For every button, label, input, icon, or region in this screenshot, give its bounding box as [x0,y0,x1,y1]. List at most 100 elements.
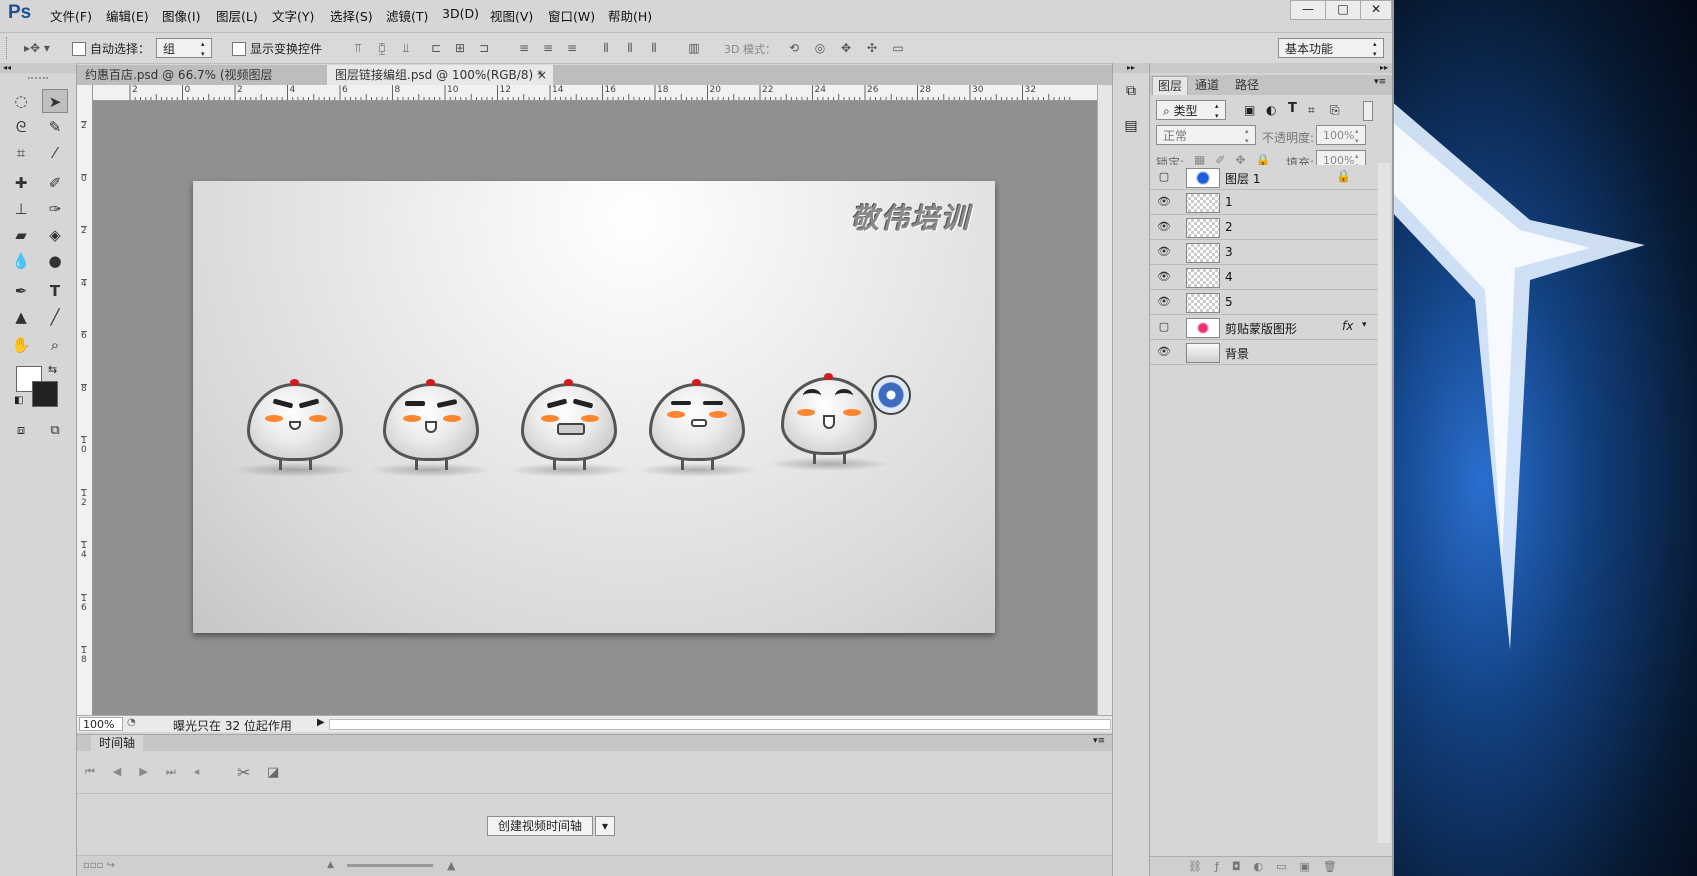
move-tool-preset-icon[interactable]: ▸✥ ▾ [22,40,52,56]
auto-select-dropdown[interactable]: 组 [156,38,212,59]
move-tool-icon[interactable]: ➤ [42,89,68,113]
layer-effects-icon[interactable]: fx [1342,319,1353,333]
tab-layers[interactable]: 图层 [1152,76,1189,95]
menu-view[interactable]: 视图(V) [490,6,533,25]
menu-type[interactable]: 文字(Y) [272,6,314,25]
eye-icon[interactable]: 👁 [1156,194,1172,210]
create-video-timeline-button[interactable]: 创建视频时间轴 [487,816,593,836]
align-left-icon[interactable]: ⊏ [428,40,444,56]
lasso-tool-icon[interactable]: ᘓ [8,115,34,139]
align-vcenter-icon[interactable]: ⧮ [374,40,390,56]
distribute-left-icon[interactable]: ⫴ [598,40,614,56]
3d-pan-icon[interactable]: ✥ [838,40,854,56]
maximize-button[interactable]: □ [1325,0,1361,20]
align-hcenter-icon[interactable]: ⊞ [452,40,468,56]
document-canvas[interactable]: 敬伟培训 [193,181,995,633]
properties-panel-icon[interactable]: ▤ [1121,118,1141,138]
timeline-panel-menu-icon[interactable]: ▾≡ [1093,736,1105,746]
filter-pixel-icon[interactable]: ▣ [1244,103,1255,117]
layers-panel-menu-icon[interactable]: ▾≡ [1374,77,1386,87]
dodge-tool-icon[interactable]: ● [42,249,68,273]
layer-row-4[interactable]: 👁 3 [1150,240,1378,265]
layer-visibility-toggle[interactable]: ▢ [1156,319,1172,335]
screen-mode-icon[interactable]: ⧉ [42,419,68,443]
eye-icon[interactable]: 👁 [1156,344,1172,360]
tab-paths[interactable]: 路径 [1230,76,1264,94]
menu-window[interactable]: 窗口(W) [548,6,595,25]
menu-file[interactable]: 文件(F) [50,6,92,25]
menu-image[interactable]: 图像(I) [162,6,200,25]
layer-filter-dropdown[interactable]: ⌕ 类型 [1156,100,1226,121]
horizontal-ruler[interactable]: 2 0 2 4 6 8 10 12 14 16 18 20 22 24 26 28 30 32 [92,85,1097,101]
zoom-tool-icon[interactable]: ⌕ [42,333,68,357]
eye-icon[interactable]: 👁 [1156,244,1172,260]
align-right-icon[interactable]: ⊐ [476,40,492,56]
layer-row-5[interactable]: 👁 4 [1150,265,1378,290]
history-brush-tool-icon[interactable]: ✑ [42,197,68,221]
menu-3d[interactable]: 3D(D) [442,6,479,21]
paint-bucket-tool-icon[interactable]: ◈ [42,223,68,247]
timeline-settings-icon[interactable]: ▫▫▫ ↪ [83,860,115,871]
distribute-vcenter-icon[interactable]: ≡ [540,40,556,56]
layer-visibility-toggle[interactable]: ▢ [1156,169,1172,185]
align-bottom-icon[interactable]: ⫫ [398,40,414,56]
workspace-dropdown[interactable]: 基本功能 [1278,38,1384,59]
default-colors-icon[interactable]: ◧ [14,395,23,406]
hand-tool-icon[interactable]: ✋ [8,333,34,357]
auto-align-icon[interactable]: ▥ [686,40,702,56]
transition-icon[interactable]: ◪ [267,765,279,780]
brush-tool-icon[interactable]: ✐ [42,171,68,195]
3d-slide-icon[interactable]: ✣ [864,40,880,56]
distribute-top-icon[interactable]: ≡ [516,40,532,56]
eye-icon[interactable]: 👁 [1156,294,1172,310]
timeline-zoom-slider[interactable] [347,864,433,867]
path-select-tool-icon[interactable]: ▲ [8,305,34,329]
menu-layer[interactable]: 图层(L) [216,6,258,25]
vertical-ruler[interactable]: 2 0 2 4 6 8 1 0 1 2 1 4 1 6 1 8 [77,85,93,715]
layers-scrollbar[interactable] [1378,163,1390,843]
layer-row-7[interactable]: ▢ 剪贴蒙版图形 fx ▾ [1150,315,1378,340]
tab-channels[interactable]: 通道 [1190,76,1224,94]
show-transform-checkbox[interactable] [232,42,246,56]
layer-row-6[interactable]: 👁 5 [1150,290,1378,315]
zoom-out-icon[interactable]: ▲ [327,860,334,870]
auto-select-checkbox[interactable] [72,42,86,56]
menu-select[interactable]: 选择(S) [330,6,373,25]
tab-document-2-close-icon[interactable]: × [537,65,547,85]
minimize-button[interactable]: — [1290,0,1326,20]
eraser-tool-icon[interactable]: ▰ [8,223,34,247]
scissors-icon[interactable]: ✂ [237,763,250,782]
line-tool-icon[interactable]: ╱ [42,305,68,329]
quick-mask-icon[interactable]: ⧈ [8,419,34,443]
eyedropper-tool-icon[interactable]: ⁄ [42,141,68,165]
filter-toggle-switch[interactable] [1363,101,1373,121]
quick-select-tool-icon[interactable]: ✎ [42,115,68,139]
3d-rotate-icon[interactable]: ⟲ [786,40,802,56]
timeline-type-dropdown[interactable]: ▾ [595,816,615,836]
timeline-playback-controls[interactable]: ⏮◀▶⏭◂ [85,765,217,779]
filter-type-icon[interactable]: T [1288,101,1297,116]
type-tool-icon[interactable]: T [42,279,68,303]
opacity-field[interactable]: 100% [1316,125,1366,146]
layer-row-3[interactable]: 👁 2 [1150,215,1378,240]
close-button[interactable]: ✕ [1360,0,1392,20]
crop-tool-icon[interactable]: ⌗ [8,141,34,165]
layers-footer-actions[interactable]: ⛓ƒ◘◐▭▣🗑 [1188,860,1350,873]
collapse-panel-icon[interactable]: ▸▸ [1150,63,1392,73]
expand-effects-icon[interactable]: ▾ [1362,320,1367,330]
filter-smart-object-icon[interactable]: ⎘ [1330,103,1340,118]
3d-scale-icon[interactable]: ▭ [890,40,906,56]
tools-grip[interactable] [28,77,48,79]
eye-icon[interactable]: 👁 [1156,219,1172,235]
history-panel-icon[interactable]: ⧉ [1121,83,1141,103]
horizontal-scrollbar[interactable] [329,719,1111,730]
zoom-in-icon[interactable]: ▲ [447,859,455,872]
tab-document-1[interactable]: 约惠百店.psd @ 66.7% (视频图层 RGB/8) × [77,65,321,102]
status-menu-arrow-icon[interactable]: ▶ [317,717,325,728]
menu-edit[interactable]: 编辑(E) [106,6,149,25]
tab-timeline[interactable]: 时间轴 [91,735,144,751]
expand-dock-icon[interactable]: ▸▸ [1113,63,1149,73]
background-color-swatch[interactable] [32,381,58,407]
filter-shape-icon[interactable]: ⌗ [1308,103,1315,118]
swap-colors-icon[interactable]: ⇆ [48,363,57,376]
